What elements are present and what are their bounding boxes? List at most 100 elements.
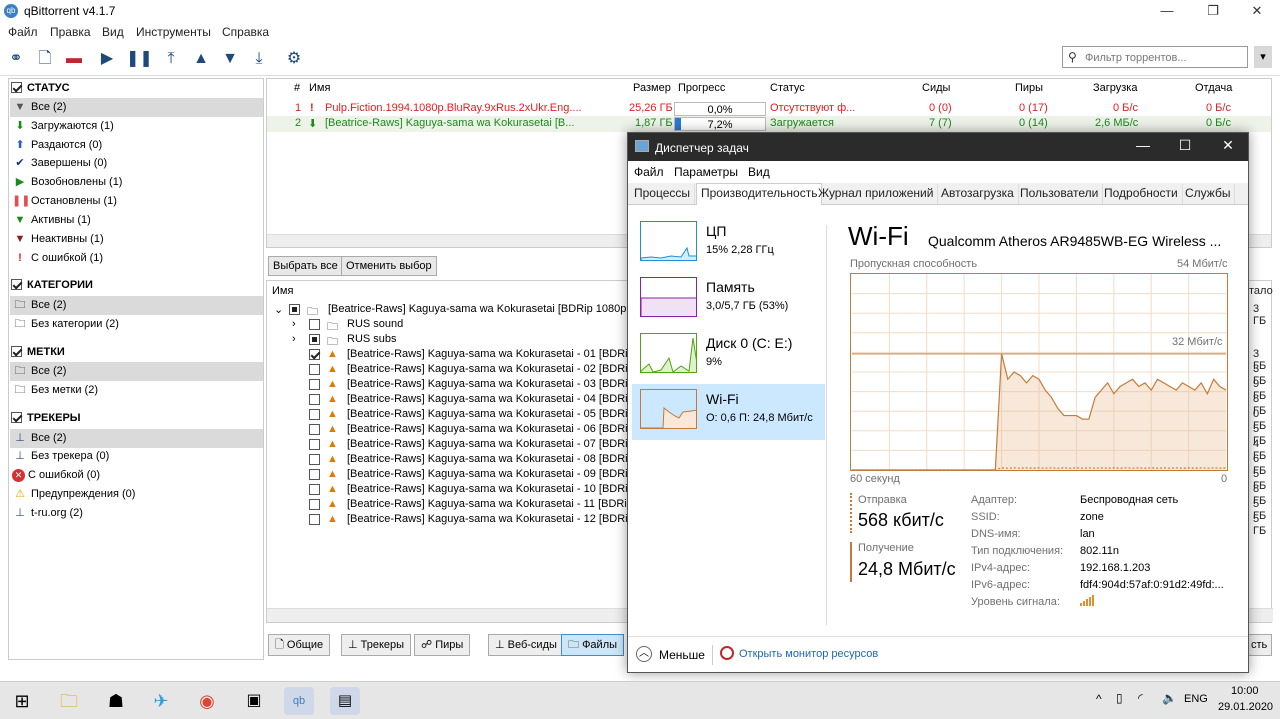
checkbox[interactable] bbox=[309, 379, 320, 390]
checkbox[interactable] bbox=[309, 484, 320, 495]
col-num[interactable]: # bbox=[294, 82, 300, 94]
add-link-icon[interactable]: ⚭ bbox=[5, 48, 27, 70]
torrent-row[interactable]: 1 ! Pulp.Fiction.1994.1080p.BluRay.9xRus… bbox=[267, 101, 1271, 117]
col-upload[interactable]: Отдача bbox=[1195, 82, 1232, 94]
tab-trackers[interactable]: ⊥ Трекеры bbox=[341, 634, 412, 656]
status-inactive[interactable]: ▼ Неактивны (1) bbox=[10, 230, 263, 249]
torrent-row[interactable]: 2 ⬇ [Beatrice-Raws] Kaguya-sama wa Kokur… bbox=[267, 116, 1271, 132]
filter-torrents-input[interactable]: ⚲ Фильтр торрентов... bbox=[1062, 46, 1248, 68]
perf-item-disk[interactable]: Диск 0 (C: E:) 9% bbox=[632, 328, 825, 384]
file-row[interactable]: ▲ [Beatrice-Raws] Kaguya-sama wa Kokurase… bbox=[267, 438, 629, 453]
status-resumed[interactable]: ▶ Возобновлены (1) bbox=[10, 173, 263, 192]
col-size[interactable]: Размер bbox=[633, 82, 671, 94]
windows-start-icon[interactable]: ⊞ bbox=[7, 687, 37, 715]
menu-edit[interactable]: Правка bbox=[50, 25, 91, 39]
delete-torrent-icon[interactable]: ▬ bbox=[63, 48, 85, 70]
wifi-icon[interactable]: ◜ bbox=[1138, 691, 1143, 705]
tm-tab-app-history[interactable]: Журнал приложений bbox=[814, 184, 939, 204]
minimize-button[interactable]: — bbox=[1144, 0, 1190, 22]
checkbox[interactable] bbox=[309, 469, 320, 480]
perf-item-wifi[interactable]: Wi-Fi О: 0,6 П: 24,8 Мбит/с bbox=[632, 384, 825, 440]
menu-tools[interactable]: Инструменты bbox=[136, 25, 211, 39]
status-paused[interactable]: ❚❚Остановлены (1) bbox=[10, 192, 263, 211]
category-all[interactable]: 🗀 Все (2) bbox=[10, 296, 263, 315]
move-top-icon[interactable]: ⤒ bbox=[160, 48, 182, 70]
folder-row[interactable]: › 🗀 RUS sound bbox=[267, 318, 627, 333]
trackers-section-header[interactable]: ТРЕКЕРЫ bbox=[11, 412, 81, 430]
system-app-icon[interactable]: ▣ bbox=[239, 687, 269, 715]
file-row[interactable]: ▲ [Beatrice-Raws] Kaguya-sama wa Kokurase… bbox=[267, 363, 629, 378]
file-row[interactable]: ▲ [Beatrice-Raws] Kaguya-sama wa Kokurase… bbox=[267, 393, 629, 408]
volume-icon[interactable]: 🔈 bbox=[1162, 691, 1177, 705]
telegram-icon[interactable]: ✈ bbox=[146, 687, 176, 715]
perf-item-cpu[interactable]: ЦП 15% 2,28 ГГц bbox=[632, 216, 825, 272]
add-torrent-file-icon[interactable]: 🗋 bbox=[34, 48, 56, 70]
move-up-icon[interactable]: ▲ bbox=[190, 48, 212, 70]
col-status[interactable]: Статус bbox=[770, 82, 805, 94]
tag-all[interactable]: 🗀 Все (2) bbox=[10, 362, 263, 381]
pause-icon[interactable]: ❚❚ bbox=[126, 48, 153, 70]
tm-minimize-button[interactable]: — bbox=[1123, 137, 1163, 153]
chevron-up-icon[interactable]: ^ bbox=[1096, 692, 1102, 706]
categories-section-header[interactable]: КАТЕГОРИИ bbox=[11, 279, 93, 297]
tag-none[interactable]: 🗀 Без метки (2) bbox=[10, 381, 263, 400]
tm-tab-users[interactable]: Пользователи bbox=[1016, 184, 1104, 204]
select-none-button[interactable]: Отменить выбор bbox=[341, 256, 437, 276]
language-indicator[interactable]: ENG bbox=[1184, 693, 1208, 705]
file-row[interactable]: ▲ [Beatrice-Raws] Kaguya-sama wa Kokurase… bbox=[267, 483, 629, 498]
chrome-icon[interactable]: ◉ bbox=[192, 687, 222, 715]
tab-speed[interactable]: сть bbox=[1248, 634, 1272, 656]
menu-help[interactable]: Справка bbox=[222, 25, 269, 39]
fewer-details-button[interactable]: Меньше bbox=[659, 648, 705, 662]
fox-app-icon[interactable]: ☗ bbox=[101, 687, 131, 715]
col-name[interactable]: Имя bbox=[309, 82, 330, 94]
tracker-none[interactable]: ⊥ Без трекера (0) bbox=[10, 447, 263, 466]
file-explorer-icon[interactable]: 🗀 bbox=[54, 687, 84, 715]
col-seeds[interactable]: Сиды bbox=[922, 82, 950, 94]
tm-menu-file[interactable]: Файл bbox=[634, 165, 664, 179]
move-bottom-icon[interactable]: ⤓ bbox=[248, 48, 270, 70]
checkbox[interactable] bbox=[309, 439, 320, 450]
chevron-up-icon[interactable]: ︿ bbox=[636, 646, 652, 662]
file-row[interactable]: ▲ [Beatrice-Raws] Kaguya-sama wa Kokurase… bbox=[267, 423, 629, 438]
checkbox[interactable] bbox=[309, 334, 320, 345]
tm-close-button[interactable]: ✕ bbox=[1208, 137, 1248, 154]
col-peers[interactable]: Пиры bbox=[1015, 82, 1043, 94]
tracker-t-ru[interactable]: ⊥ t-ru.org (2) bbox=[10, 504, 263, 523]
menu-view[interactable]: Вид bbox=[102, 25, 124, 39]
file-root-row[interactable]: ⌄ 🗀 [Beatrice-Raws] Kaguya-sama wa Kokur… bbox=[267, 303, 635, 318]
checkbox[interactable] bbox=[309, 319, 320, 330]
files-col-name[interactable]: Имя bbox=[272, 285, 293, 297]
tm-tab-performance[interactable]: Производительность bbox=[696, 183, 823, 205]
perf-item-memory[interactable]: Память 3,0/5,7 ГБ (53%) bbox=[632, 272, 825, 328]
checkbox[interactable] bbox=[309, 454, 320, 465]
tab-peers[interactable]: ☍ Пиры bbox=[414, 634, 471, 656]
tm-menu-view[interactable]: Вид bbox=[748, 165, 770, 179]
task-manager-taskbar-icon[interactable]: ▤ bbox=[330, 687, 360, 715]
tracker-error[interactable]: ✕ С ошибкой (0) bbox=[10, 466, 263, 485]
tracker-warnings[interactable]: ⚠ Предупреждения (0) bbox=[10, 485, 263, 504]
status-error[interactable]: ! С ошибкой (1) bbox=[10, 249, 263, 268]
file-row[interactable]: ▲ [Beatrice-Raws] Kaguya-sama wa Kokurase… bbox=[267, 408, 629, 423]
tablet-icon[interactable]: ▯ bbox=[1116, 691, 1123, 705]
clock-date[interactable]: 29.01.2020 bbox=[1218, 701, 1273, 713]
tracker-all[interactable]: ⊥ Все (2) bbox=[10, 429, 263, 448]
tm-tab-services[interactable]: Службы bbox=[1181, 184, 1236, 204]
tm-tab-processes[interactable]: Процессы bbox=[630, 184, 696, 204]
status-all[interactable]: ▼ Все (2) bbox=[10, 98, 263, 117]
resume-icon[interactable]: ▶ bbox=[96, 48, 118, 70]
category-none[interactable]: 🗀 Без категории (2) bbox=[10, 315, 263, 334]
checkbox[interactable] bbox=[309, 409, 320, 420]
folder-row[interactable]: › 🗀 RUS subs bbox=[267, 333, 627, 348]
file-row[interactable]: ▲ [Beatrice-Raws] Kaguya-sama wa Kokurase… bbox=[267, 348, 629, 363]
checkbox[interactable] bbox=[309, 424, 320, 435]
menu-file[interactable]: Файл bbox=[8, 25, 38, 39]
status-downloading[interactable]: ⬇ Загружаются (1) bbox=[10, 117, 263, 136]
col-progress[interactable]: Прогресс bbox=[678, 82, 725, 94]
checkbox[interactable] bbox=[309, 364, 320, 375]
tm-tab-startup[interactable]: Автозагрузка bbox=[937, 184, 1019, 204]
checkbox[interactable] bbox=[309, 514, 320, 525]
file-row[interactable]: ▲ [Beatrice-Raws] Kaguya-sama wa Kokurase… bbox=[267, 453, 629, 468]
search-options-icon[interactable]: ▾ bbox=[1254, 46, 1272, 68]
tm-maximize-button[interactable]: ☐ bbox=[1165, 137, 1205, 154]
